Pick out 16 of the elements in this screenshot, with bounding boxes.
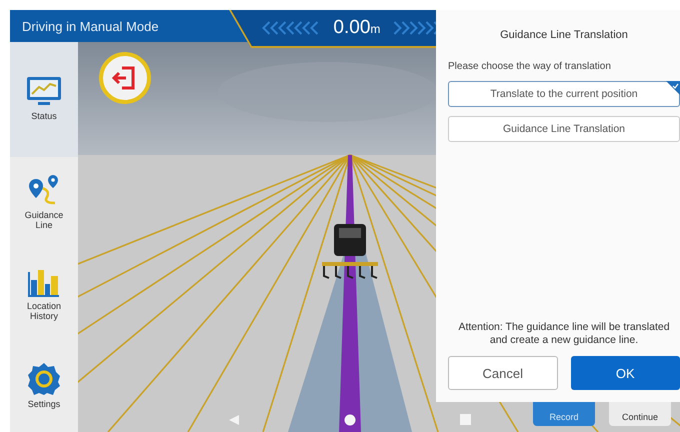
attention-text: Attention: The guidance line will be translated and create a new guidance line. bbox=[457, 320, 671, 348]
cancel-button[interactable]: Cancel bbox=[448, 356, 558, 390]
dialog-title: Guidance Line Translation bbox=[499, 29, 629, 41]
translation-option[interactable]: Translate to the current position bbox=[448, 81, 680, 107]
sidebar-item[interactable]: Status bbox=[10, 42, 78, 157]
sidebar-item[interactable]: Settings bbox=[10, 340, 78, 432]
home-icon[interactable] bbox=[344, 414, 356, 426]
map-pins-icon bbox=[27, 174, 61, 207]
settings-icon bbox=[27, 362, 61, 396]
offset-value: 0.00m bbox=[333, 17, 380, 39]
mode-title: Driving in Manual Mode bbox=[22, 18, 159, 34]
sidebar-item[interactable]: Guidance Line bbox=[10, 156, 78, 248]
dialog-prompt: Please choose the way of translation bbox=[448, 61, 612, 72]
translation-option[interactable]: Guidance Line Translation bbox=[448, 116, 680, 142]
ok-button[interactable]: OK bbox=[570, 356, 680, 390]
sidebar-item[interactable]: Location History bbox=[10, 248, 78, 340]
